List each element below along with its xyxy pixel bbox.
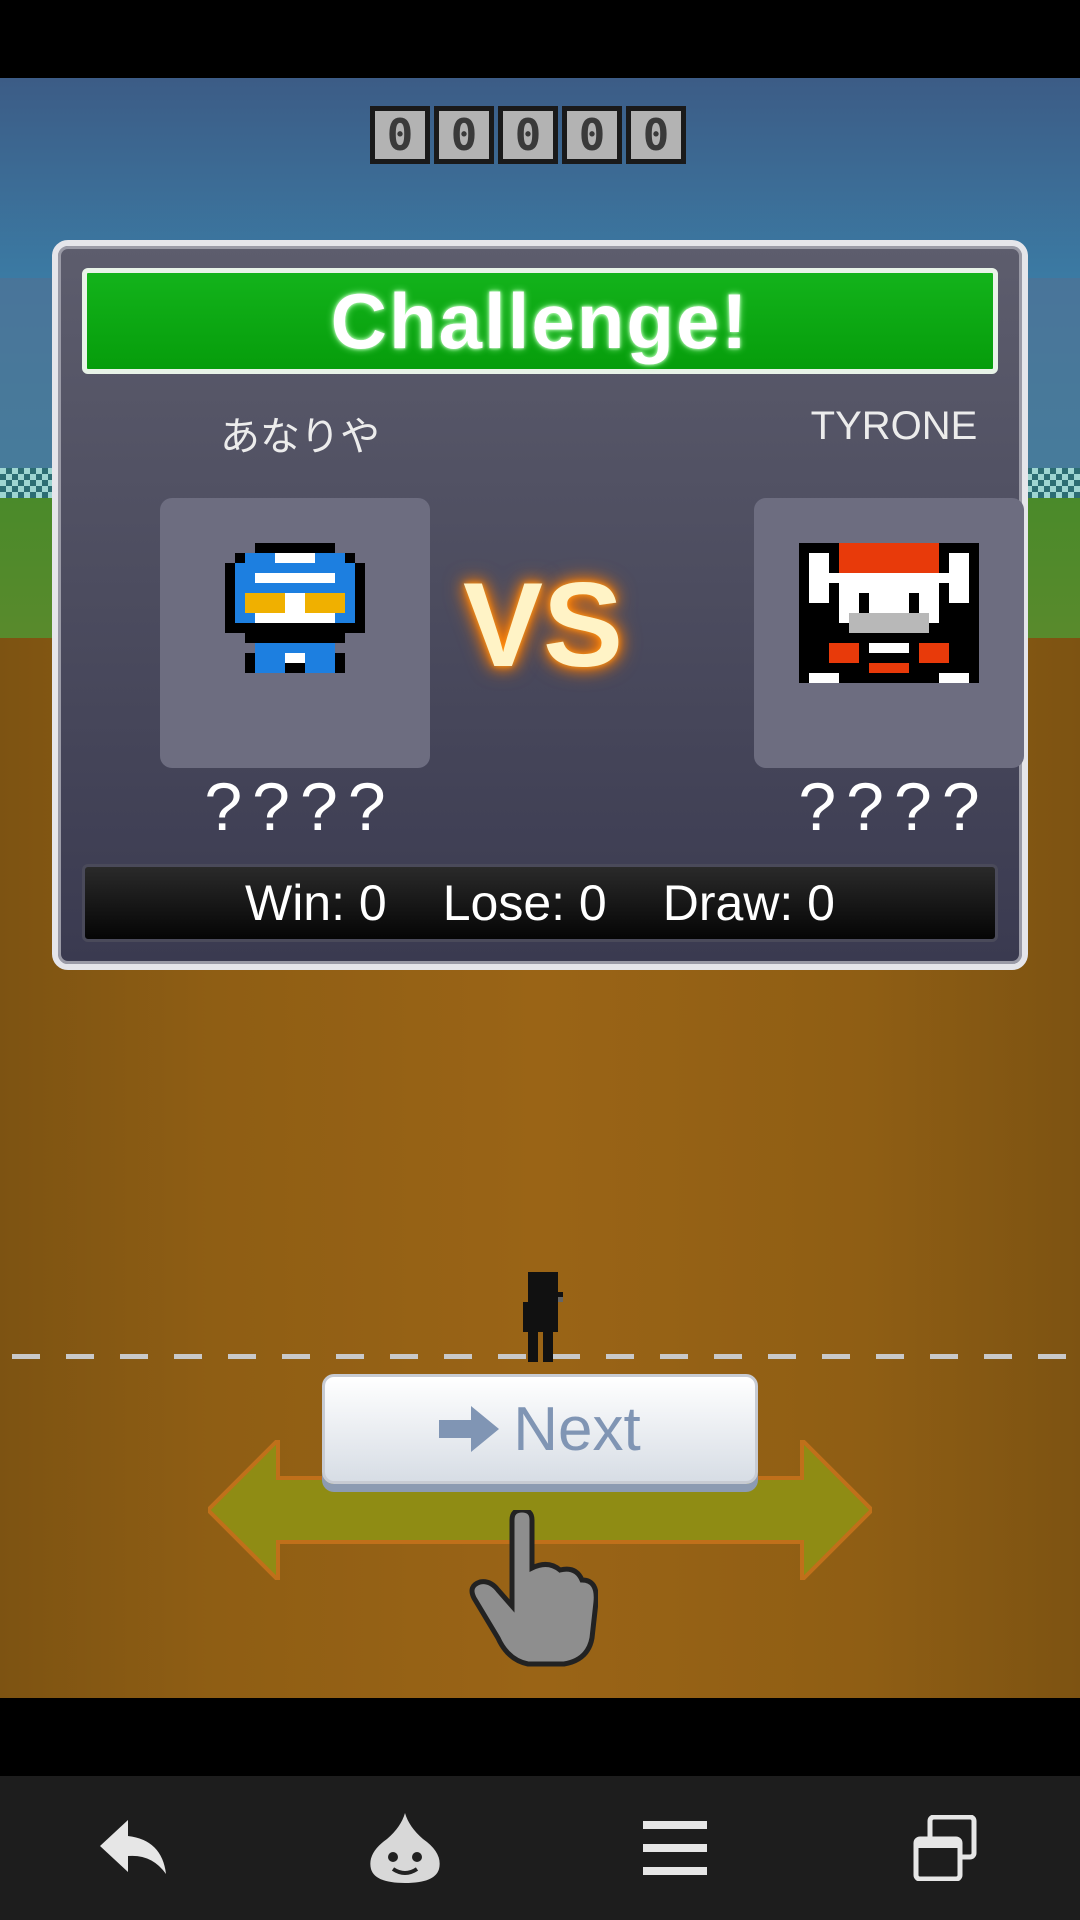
game-screen: 0 0 0 0 0 Challenge! あなりや TYRONE VS ????…	[0, 78, 1080, 1698]
player-left-avatar	[160, 498, 430, 768]
record-bar: Win: 0 Lose: 0 Draw: 0	[82, 864, 998, 942]
runner-sprite	[518, 1272, 578, 1377]
slime-button[interactable]	[350, 1793, 460, 1903]
back-icon	[100, 1820, 166, 1874]
hand-pointer-icon	[469, 1507, 599, 1667]
player-left-name: あなりや	[220, 415, 380, 459]
menu-icon	[643, 1821, 707, 1875]
back-button[interactable]	[80, 1793, 190, 1903]
system-navbar	[0, 1776, 1080, 1920]
score-digit: 0	[498, 106, 558, 164]
challenge-panel: Challenge! あなりや TYRONE VS ???? ???? Win:…	[52, 240, 1028, 970]
recent-apps-button[interactable]	[890, 1793, 1000, 1903]
draw-count: Draw: 0	[662, 875, 835, 931]
vs-label: VS	[462, 558, 624, 692]
building	[0, 278, 60, 498]
arrow-right-icon	[439, 1406, 500, 1452]
score-digit: 0	[626, 106, 686, 164]
next-button[interactable]: Next	[322, 1374, 758, 1484]
runner-silhouette-icon	[523, 1272, 563, 1362]
score-digit: 0	[370, 106, 430, 164]
menu-button[interactable]	[620, 1793, 730, 1903]
next-button-label: Next	[513, 1394, 641, 1464]
recent-apps-icon	[913, 1815, 977, 1881]
red-hat-trainer-icon	[799, 543, 979, 683]
player-right-avatar	[754, 498, 1024, 768]
score-counter: 0 0 0 0 0	[370, 106, 686, 164]
lose-count: Lose: 0	[442, 875, 607, 931]
player-left-rank: ????	[204, 769, 396, 845]
building	[1020, 278, 1080, 498]
challenge-title: Challenge!	[82, 268, 998, 374]
win-count: Win: 0	[245, 875, 387, 931]
pointing-hand	[468, 1507, 599, 1675]
score-digit: 0	[562, 106, 622, 164]
blue-robot-icon	[225, 543, 365, 673]
player-right-name: TYRONE	[810, 404, 978, 448]
score-digit: 0	[434, 106, 494, 164]
slime-icon	[370, 1813, 440, 1883]
player-right-rank: ????	[798, 769, 990, 845]
